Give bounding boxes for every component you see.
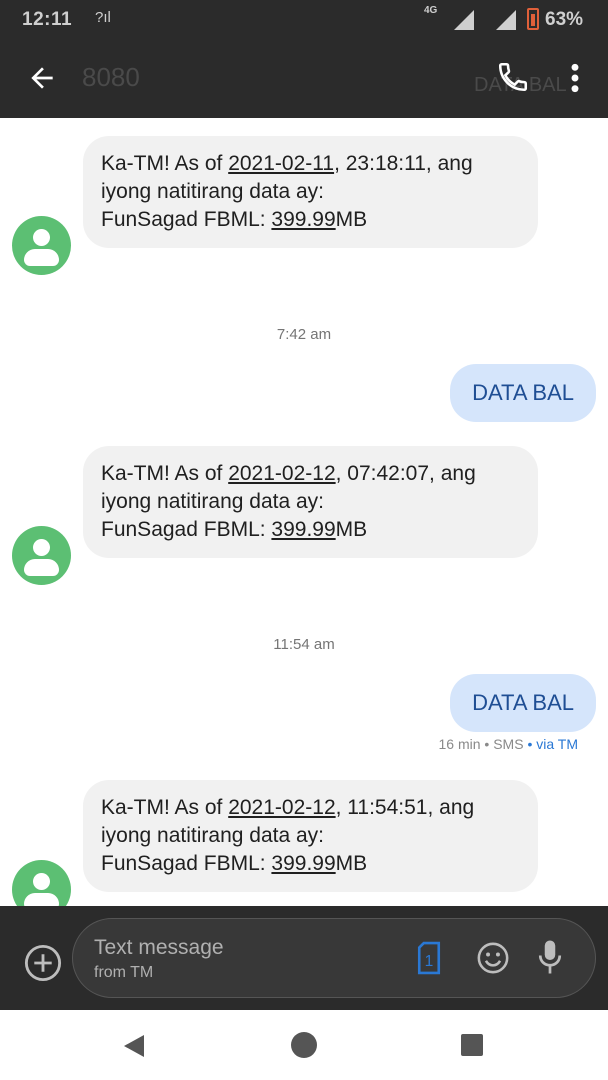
message-line: Ka-TM! As of 2021-02-12, 11:54:51, ang (101, 794, 520, 822)
message-text: Ka-TM! As of (101, 796, 229, 819)
network-type: 4G (424, 5, 438, 16)
avatar[interactable] (12, 216, 71, 275)
message-line: Ka-TM! As of 2021-02-11, 23:18:11, ang (101, 150, 520, 178)
incoming-message[interactable]: Ka-TM! As of 2021-02-12, 11:54:51, ang i… (83, 780, 538, 892)
nav-recents-icon[interactable] (461, 1034, 483, 1056)
message-status: 16 min • SMS • via TM (439, 736, 579, 752)
no-sim-icon: ?ıl (95, 9, 111, 26)
message-timestamp: 7:42 am (276, 326, 332, 343)
nav-home-icon[interactable] (291, 1032, 317, 1058)
separator: • (523, 736, 537, 752)
nav-back-icon[interactable] (123, 1034, 145, 1058)
avatar[interactable] (12, 526, 71, 585)
message-line: FunSagad FBML: 399.99MB (101, 850, 520, 878)
message-line: Ka-TM! As of 2021-02-12, 07:42:07, ang (101, 460, 520, 488)
message-text: Ka-TM! As of (101, 462, 229, 485)
date-link[interactable]: 2021-02-12 (228, 462, 335, 485)
message-text: iyong natitirang data ay: (101, 490, 324, 513)
amount-link[interactable]: 399.99 (271, 208, 335, 231)
message-text: , 11:54:51, ang (335, 796, 475, 819)
message-line: FunSagad FBML: 399.99MB (101, 206, 520, 234)
message-text: , 23:18:11, ang (334, 152, 473, 175)
status-bar: 12:11 ?ıl 4G 63% (0, 0, 608, 38)
message-age: 16 min (438, 736, 481, 752)
phone-icon[interactable] (496, 60, 530, 94)
system-navigation-bar (0, 1010, 608, 1080)
incoming-message[interactable]: Ka-TM! As of 2021-02-12, 07:42:07, ang i… (83, 446, 538, 558)
message-line: FunSagad FBML: 399.99MB (101, 516, 520, 544)
signal-icon (454, 10, 474, 30)
battery-percent: 63% (545, 9, 584, 30)
message-text: iyong natitirang data ay: (101, 180, 324, 203)
microphone-icon[interactable] (538, 939, 562, 975)
date-link[interactable]: 2021-02-12 (228, 796, 335, 819)
message-text: , 07:42:07, ang (335, 462, 476, 485)
outgoing-message[interactable]: DATA BAL (450, 674, 596, 732)
message-text: iyong natitirang data ay: (101, 824, 324, 847)
back-arrow-icon[interactable] (26, 62, 58, 94)
separator: • (480, 736, 494, 752)
message-timestamp: 11:54 am (273, 636, 335, 653)
message-text: FunSagad FBML: (101, 518, 272, 541)
message-input-placeholder: Text message (94, 936, 224, 959)
sender-sim-label: from TM (94, 964, 154, 981)
outgoing-message[interactable]: DATA BAL (450, 364, 596, 422)
amount-link[interactable]: 399.99 (271, 518, 335, 541)
add-icon[interactable] (24, 944, 62, 982)
incoming-message[interactable]: Ka-TM! As of 2021-02-11, 23:18:11, ang i… (83, 136, 538, 248)
sim-card-icon[interactable]: 1 (416, 941, 442, 975)
message-text: Ka-TM! As of (101, 152, 229, 175)
via-carrier: via TM (536, 736, 578, 752)
sim-number: 1 (425, 953, 434, 970)
signal-icon (496, 10, 516, 30)
message-text: MB (335, 208, 368, 231)
message-text: FunSagad FBML: (101, 852, 272, 875)
message-text: MB (335, 852, 368, 875)
app-bar: 8080 DATA BAL (0, 38, 608, 118)
battery-icon (527, 8, 539, 30)
status-time: 12:11 (22, 9, 73, 30)
amount-link[interactable]: 399.99 (271, 852, 335, 875)
emoji-icon[interactable] (476, 941, 510, 975)
message-text: MB (335, 518, 368, 541)
message-type: SMS (493, 736, 524, 752)
message-text: FunSagad FBML: (101, 208, 272, 231)
message-input[interactable]: Text message from TM 1 (72, 918, 596, 998)
conversation-title: 8080 (82, 62, 140, 92)
date-link[interactable]: 2021-02-11 (228, 152, 334, 175)
compose-bar: Text message from TM 1 (0, 906, 608, 1010)
more-options-icon[interactable] (564, 62, 586, 94)
